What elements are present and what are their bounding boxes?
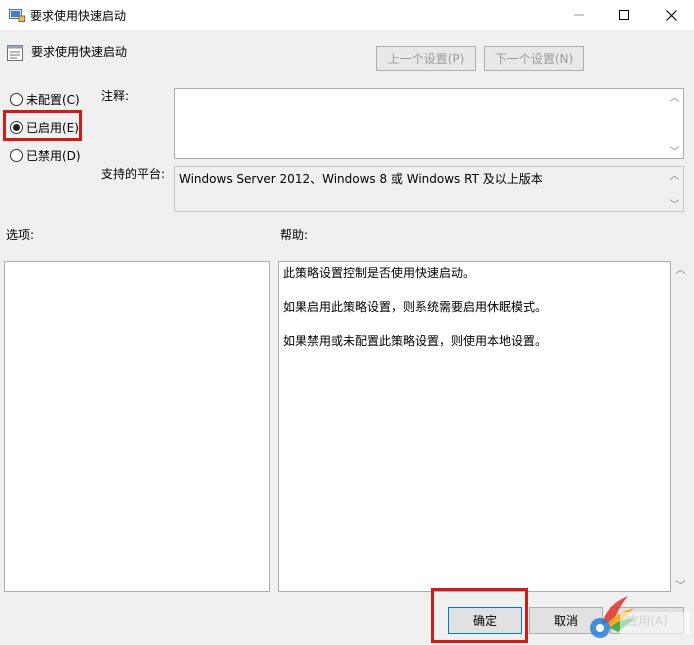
- scroll-up-icon: ︿: [669, 93, 680, 104]
- help-paragraph: 如果禁用或未配置此策略设置，则使用本地设置。: [283, 334, 548, 348]
- policy-window-icon: [9, 9, 25, 22]
- help-paragraph: 如果启用此策略设置，则系统需要启用休眠模式。: [283, 300, 548, 314]
- help-scrollbar[interactable]: ︿ ﹀: [672, 261, 689, 592]
- close-button[interactable]: [648, 0, 694, 30]
- maximize-button[interactable]: [601, 0, 647, 30]
- options-label: 选项:: [6, 228, 35, 242]
- help-paragraph: 此策略设置控制是否使用快速启动。: [283, 266, 476, 280]
- window-title: 要求使用快速启动: [30, 9, 127, 23]
- help-label: 帮助:: [280, 228, 309, 242]
- minimize-icon: [574, 14, 584, 16]
- radio-disabled[interactable]: 已禁用(D): [10, 146, 81, 164]
- previous-setting-button[interactable]: 上一个设置(P): [376, 46, 476, 71]
- radio-indicator: [10, 92, 23, 106]
- maximize-icon: [619, 10, 629, 20]
- platform-value: Windows Server 2012、Windows 8 或 Windows …: [179, 172, 543, 186]
- scroll-down-icon: ﹀: [669, 200, 680, 211]
- comment-textarea[interactable]: ︿ ﹀: [174, 88, 684, 159]
- scroll-down-icon: ﹀: [669, 147, 680, 158]
- radio-label: 已禁用(D): [26, 148, 81, 163]
- watermark-logo-icon: [590, 596, 690, 638]
- radio-label: 未配置(C): [26, 92, 80, 107]
- setting-icon: [7, 45, 23, 61]
- radio-not-configured[interactable]: 未配置(C): [10, 90, 80, 108]
- close-icon: [665, 9, 677, 21]
- highlight-enabled-annotation: [3, 110, 82, 141]
- scroll-up-icon: ︿: [675, 265, 686, 276]
- platform-label: 支持的平台:: [101, 167, 166, 181]
- radio-indicator: [10, 148, 23, 162]
- options-panel: [4, 261, 270, 592]
- highlight-ok-annotation: [431, 588, 528, 643]
- platform-scrollbar[interactable]: ︿ ﹀: [666, 167, 683, 211]
- comment-scrollbar[interactable]: ︿ ﹀: [666, 89, 683, 158]
- scroll-up-icon: ︿: [669, 171, 680, 182]
- minimize-button[interactable]: [556, 0, 602, 30]
- setting-title: 要求使用快速启动: [31, 45, 128, 59]
- comment-label: 注释:: [101, 89, 130, 103]
- next-setting-button[interactable]: 下一个设置(N): [484, 46, 584, 71]
